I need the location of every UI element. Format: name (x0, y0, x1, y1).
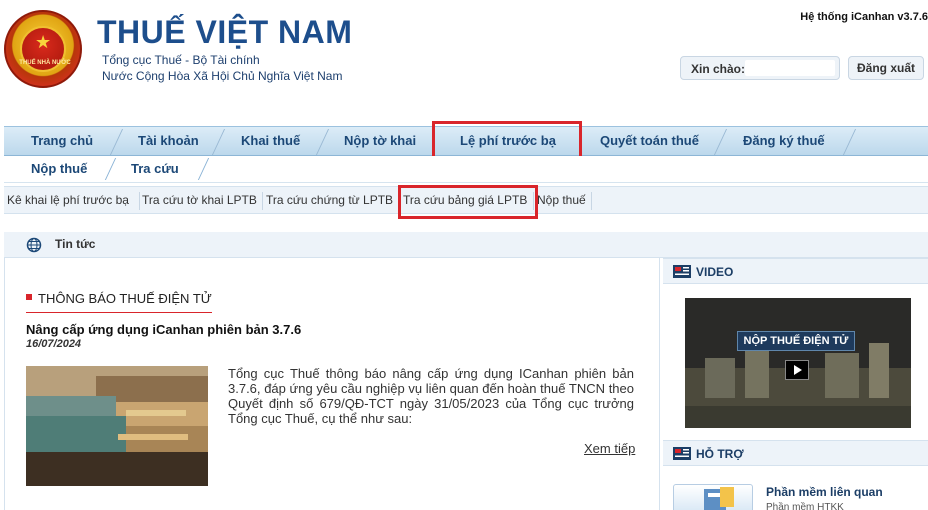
software-box-icon (673, 484, 753, 510)
video-banner: NỘP THUẾ ĐIỆN TỬ (737, 331, 855, 351)
tab-submit-declaration[interactable]: Nộp tờ khai (344, 127, 416, 156)
notice-underline (26, 312, 212, 313)
greeting-username (745, 60, 835, 76)
subnav-separator (104, 158, 117, 180)
subtab-lookup[interactable]: Tra cứu (131, 161, 179, 176)
video-header: VIDEO (663, 258, 928, 284)
nav-separator (713, 129, 728, 155)
active-tab-highlight (432, 121, 582, 159)
site-subtitle-country: Nước Cộng Hòa Xã Hội Chủ Nghĩa Việt Nam (102, 69, 343, 83)
support-section-title: HỖ TRỢ (696, 447, 744, 461)
video-player[interactable]: NỘP THUẾ ĐIỆN TỬ (685, 298, 911, 428)
globe-icon (26, 237, 42, 253)
nav-separator (842, 129, 857, 155)
menu-pay-tax[interactable]: Nộp thuế (537, 193, 586, 207)
greeting-box: Xin chào: (680, 56, 840, 80)
nav-separator (315, 129, 330, 155)
site-title: THUẾ VIỆT NAM (97, 14, 353, 50)
menu-lookup-declaration[interactable]: Tra cứu tờ khai LPTB (142, 193, 257, 207)
menu-separator (139, 192, 140, 210)
menu-declare-registration-fee[interactable]: Kê khai lệ phí trước bạ (7, 193, 129, 207)
nav-separator (109, 129, 124, 155)
notice-bullet-icon (26, 294, 32, 300)
news-section-title: Tin tức (55, 237, 96, 251)
sub-nav: Nộp thuế Tra cứu (4, 156, 928, 183)
article-date: 16/07/2024 (26, 338, 82, 350)
menu-separator (591, 192, 592, 210)
page-header: ★ THUẾ NHÀ NƯỚC THUẾ VIỆT NAM Tổng cục T… (0, 0, 928, 122)
video-section-title: VIDEO (696, 265, 734, 279)
menu-lookup-receipt[interactable]: Tra cứu chứng từ LPTB (266, 193, 393, 207)
menu-separator (262, 192, 263, 210)
site-subtitle-ministry: Tổng cục Thuế - Bộ Tài chính (102, 53, 260, 67)
menu-item-highlight (398, 185, 538, 219)
tab-account[interactable]: Tài khoản (138, 127, 199, 156)
notice-heading: THÔNG BÁO THUẾ ĐIỆN TỬ (38, 291, 212, 306)
star-icon: ★ (35, 32, 52, 53)
news-header: Tin tức (4, 232, 928, 258)
greeting-label: Xin chào: (691, 62, 746, 76)
tab-declare-tax[interactable]: Khai thuế (241, 127, 300, 156)
tax-emblem-logo: ★ THUẾ NHÀ NƯỚC (4, 10, 82, 88)
money-bundle-image (26, 366, 208, 486)
subnav-separator (197, 158, 210, 180)
money-illustration (26, 366, 208, 486)
tab-home[interactable]: Trang chủ (31, 127, 93, 156)
htkk-software-link[interactable]: Phần mềm HTKK (766, 502, 844, 510)
logout-button[interactable]: Đăng xuất (848, 56, 924, 80)
nav-separator (211, 129, 226, 155)
subtab-pay-tax[interactable]: Nộp thuế (31, 161, 87, 176)
news-paper-icon (673, 447, 691, 460)
play-icon[interactable] (785, 360, 809, 380)
tab-tax-registration[interactable]: Đăng ký thuế (743, 127, 825, 156)
sidebar: VIDEO NỘP THUẾ ĐIỆN TỬ HỖ TRỢ Phần mềm l… (663, 258, 928, 510)
tab-tax-finalization[interactable]: Quyết toán thuế (600, 127, 699, 156)
news-paper-icon (673, 265, 691, 278)
system-version: Hệ thống iCanhan v3.7.6 (800, 11, 928, 23)
support-header: HỖ TRỢ (663, 440, 928, 466)
related-software-link[interactable]: Phần mềm liên quan (766, 485, 883, 499)
logo-text: THUẾ NHÀ NƯỚC (19, 60, 71, 66)
read-more-link[interactable]: Xem tiếp (584, 441, 635, 456)
article-title[interactable]: Nâng cấp ứng dụng iCanhan phiên bản 3.7.… (26, 322, 301, 337)
article-summary: Tổng cục Thuế thông báo nâng cấp ứng dụn… (228, 366, 634, 426)
